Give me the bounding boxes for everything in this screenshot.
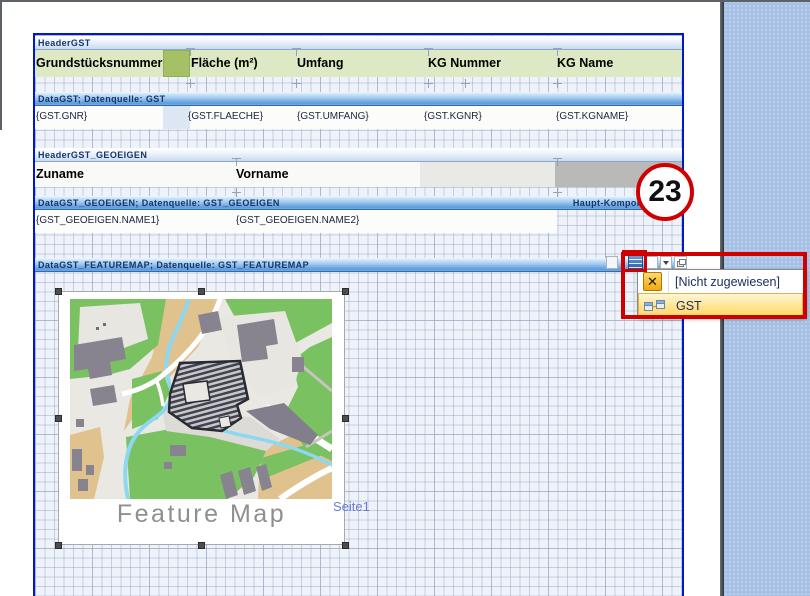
featuremap-picture-object[interactable]: Feature Map [58, 291, 345, 545]
band-bar-header-geoeigen[interactable]: HeaderGST_GEOEIGEN [35, 148, 682, 162]
capture-border-top [0, 0, 810, 2]
datasource-dropdown-menu: ✕ [Nicht zugewiesen] GST [637, 269, 804, 317]
drag-handle-bottom-mid[interactable] [198, 542, 205, 549]
field-gst-umfang[interactable]: {GST.UMFANG} [297, 106, 369, 129]
drag-handle-top-mid[interactable] [198, 288, 205, 295]
drag-handle-mid-right[interactable] [342, 415, 349, 422]
drag-handle-mid-left[interactable] [55, 415, 62, 422]
column-header-umfang[interactable]: Umfang [297, 50, 344, 77]
field-gst-flaeche[interactable]: {GST.FLAECHE} [188, 106, 263, 129]
feature-map-caption: Feature Map [59, 500, 344, 529]
drag-handle-top-left[interactable] [55, 288, 62, 295]
column-header-kg-nummer[interactable]: KG Nummer [428, 50, 501, 77]
smart-tag-datasource-icon[interactable] [628, 254, 643, 269]
column-header-grundstuecksnummer[interactable]: Grundstücksnummer [36, 50, 162, 77]
field-geoeigen-name2[interactable]: {GST_GEOEIGEN.NAME2} [236, 210, 359, 233]
table-relation-icon [644, 299, 666, 312]
band-bar-data-geoeigen[interactable]: DataGST_GEOEIGEN; Datenquelle: GST_GEOEI… [35, 196, 682, 210]
band-bar-header-gst[interactable]: HeaderGST [35, 36, 682, 50]
copy-icon[interactable] [674, 256, 687, 269]
band-bar-data-gst[interactable]: DataGST; Datenquelle: GST [35, 92, 682, 106]
field-geoeigen-name1[interactable]: {GST_GEOEIGEN.NAME1} [36, 210, 159, 233]
header-cell-spacer[interactable] [163, 50, 190, 77]
menu-item-nicht-zugewiesen[interactable]: ✕ [Nicht zugewiesen] [638, 270, 803, 294]
band-title: DataGST_GEOEIGEN; Datenquelle: GST_GEOEI… [38, 198, 280, 208]
capture-border-left [0, 0, 2, 130]
smart-tag-blank-icon[interactable] [606, 256, 618, 269]
field-gst-kgname[interactable]: {GST.KGNAME} [556, 106, 628, 129]
page-name-label: Seite1 [333, 499, 370, 514]
field-gst-kgnr[interactable]: {GST.KGNR} [424, 106, 482, 129]
menu-item-gst[interactable]: GST [638, 293, 803, 316]
band-title: HeaderGST [38, 38, 91, 48]
step-callout-circle: 23 [636, 163, 694, 221]
report-designer-surface: HeaderGST Grundstücksnummer Fläche (m²) … [0, 0, 810, 596]
smart-tag-blank-icon-2[interactable] [646, 256, 658, 269]
column-header-kg-name[interactable]: KG Name [557, 50, 613, 77]
column-header-vorname[interactable]: Vorname [236, 162, 289, 187]
dropdown-arrow-icon[interactable] [660, 256, 672, 269]
band-title: DataGST; Datenquelle: GST [38, 94, 166, 104]
column-header-flaeche[interactable]: Fläche (m²) [191, 50, 258, 77]
drag-handle-top-right[interactable] [342, 288, 349, 295]
data-cell-spacer[interactable] [163, 106, 190, 129]
drag-handle-bottom-left[interactable] [55, 542, 62, 549]
field-gst-gnr[interactable]: {GST.GNR} [36, 106, 87, 129]
band-bar-data-featuremap[interactable]: DataGST_FEATUREMAP; Datenquelle: GST_FEA… [35, 258, 682, 272]
band-title: HeaderGST_GEOEIGEN [38, 150, 147, 160]
header-cell-light-gray[interactable] [420, 162, 555, 187]
band-title: DataGST_FEATUREMAP; Datenquelle: GST_FEA… [38, 260, 309, 270]
x-icon: ✕ [643, 272, 662, 291]
drag-handle-bottom-right[interactable] [342, 542, 349, 549]
feature-map-image [70, 299, 332, 499]
column-header-zuname[interactable]: Zuname [36, 162, 84, 187]
